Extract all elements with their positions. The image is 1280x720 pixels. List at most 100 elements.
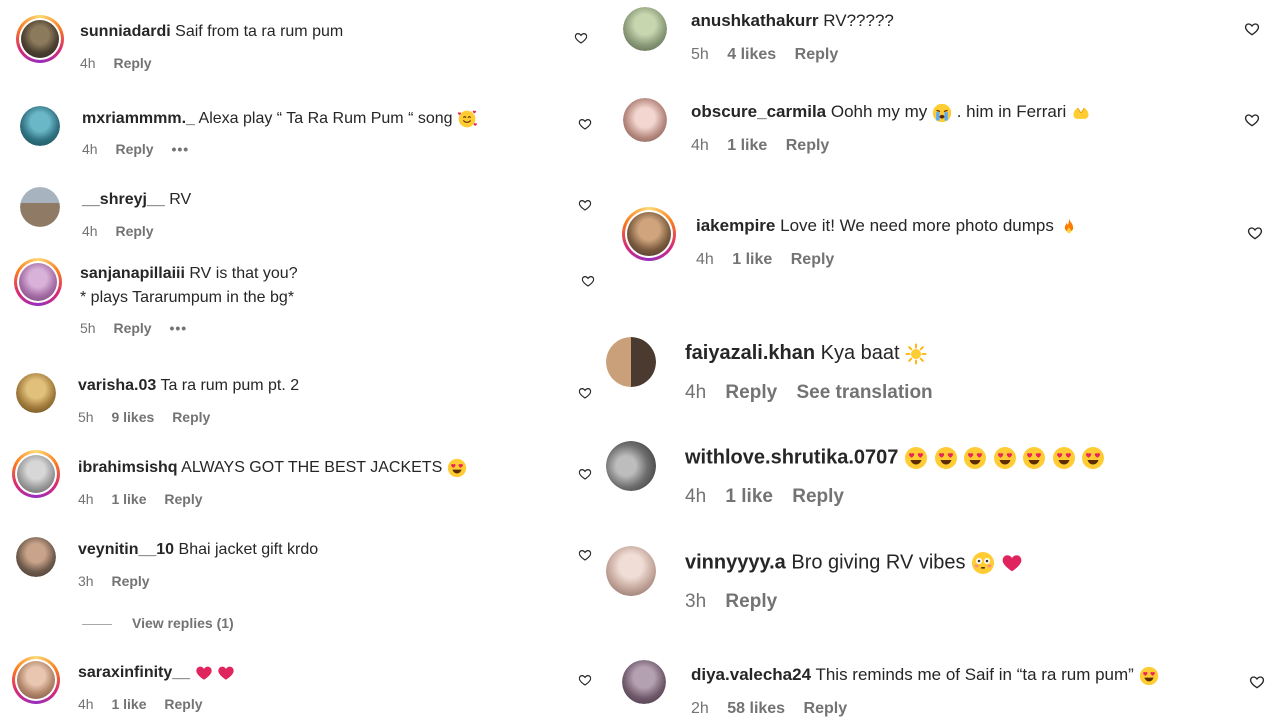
crying-emoji — [932, 103, 952, 123]
reply-button[interactable]: Reply — [113, 55, 151, 71]
username[interactable]: veynitin__10 — [78, 541, 174, 558]
comment-meta: 4h 1 like Reply — [685, 486, 858, 508]
fire-emoji — [1059, 217, 1079, 237]
comment-meta: 4h 1 like Reply — [696, 251, 848, 269]
timestamp: 4h — [78, 491, 94, 507]
like-heart-icon[interactable] — [578, 548, 592, 562]
smiling-hearts-emoji — [457, 109, 477, 129]
like-heart-icon[interactable] — [578, 467, 592, 481]
reply-button[interactable]: Reply — [786, 137, 830, 154]
more-dots-icon[interactable]: ••• — [169, 320, 187, 336]
likes-count[interactable]: 1 like — [727, 137, 767, 154]
reply-button[interactable]: Reply — [725, 591, 777, 612]
avatar[interactable] — [623, 98, 667, 142]
username[interactable]: obscure_carmila — [691, 102, 826, 121]
username[interactable]: vinnyyyy.a — [685, 551, 786, 573]
like-heart-icon[interactable] — [1247, 225, 1263, 241]
like-heart-icon[interactable] — [1249, 674, 1265, 690]
avatar[interactable] — [12, 450, 60, 498]
reply-button[interactable]: Reply — [115, 223, 153, 239]
comment-text: sanjanapillaiii RV is that you? — [80, 265, 298, 283]
avatar[interactable] — [12, 656, 60, 704]
avatar[interactable] — [16, 537, 56, 577]
username[interactable]: withlove.shrutika.0707 — [685, 446, 898, 468]
likes-count[interactable]: 1 like — [111, 696, 146, 712]
reply-button[interactable]: Reply — [164, 696, 202, 712]
avatar[interactable] — [623, 7, 667, 51]
like-heart-icon[interactable] — [578, 386, 592, 400]
reply-button[interactable]: Reply — [172, 409, 210, 425]
comment-body-cont: . him in Ferrari — [956, 102, 1067, 121]
comment-body: Bhai jacket gift krdo — [178, 541, 319, 558]
comment-meta: 3h Reply — [685, 591, 791, 613]
avatar[interactable] — [606, 441, 656, 491]
reply-button[interactable]: Reply — [725, 382, 777, 403]
username[interactable]: __shreyj__ — [82, 191, 165, 208]
heart-eyes-emoji — [963, 446, 987, 470]
avatar[interactable] — [606, 337, 656, 387]
like-heart-icon[interactable] — [578, 198, 592, 212]
avatar[interactable] — [20, 106, 60, 146]
username[interactable]: sunniadardi — [80, 23, 171, 40]
comment-body: Oohh my my — [830, 102, 928, 121]
reply-button[interactable]: Reply — [113, 320, 151, 336]
reply-button[interactable]: Reply — [792, 486, 844, 507]
reply-button[interactable]: Reply — [804, 700, 848, 717]
likes-count[interactable]: 9 likes — [111, 409, 154, 425]
comment-meta: 5h 4 likes Reply — [691, 46, 852, 64]
like-heart-icon[interactable] — [578, 117, 592, 131]
comment-text: iakempire Love it! We need more photo du… — [696, 216, 1079, 237]
more-dots-icon[interactable]: ••• — [171, 141, 189, 157]
avatar[interactable] — [606, 546, 656, 596]
reply-button[interactable]: Reply — [115, 141, 153, 157]
red-heart-emoji — [217, 664, 235, 682]
avatar[interactable] — [16, 373, 56, 413]
timestamp: 3h — [78, 573, 94, 589]
replies-divider — [82, 623, 112, 625]
comment-body: ALWAYS GOT THE BEST JACKETS — [181, 459, 443, 477]
red-heart-emoji — [195, 664, 213, 682]
like-heart-icon[interactable] — [581, 274, 595, 288]
avatar[interactable] — [16, 15, 64, 63]
like-heart-icon[interactable] — [574, 31, 588, 45]
reply-button[interactable]: Reply — [795, 46, 839, 63]
like-heart-icon[interactable] — [1244, 21, 1260, 37]
comment-text: sunniadardi Saif from ta ra rum pum — [80, 23, 343, 41]
like-heart-icon[interactable] — [578, 673, 592, 687]
comment-text: __shreyj__ RV — [82, 191, 191, 209]
username[interactable]: diya.valecha24 — [691, 665, 811, 684]
likes-count[interactable]: 4 likes — [727, 46, 776, 63]
likes-count[interactable]: 1 like — [111, 491, 146, 507]
username[interactable]: mxriammmm._ — [82, 110, 195, 127]
like-heart-icon[interactable] — [1244, 112, 1260, 128]
likes-count[interactable]: 1 like — [725, 486, 773, 507]
timestamp: 4h — [78, 696, 94, 712]
view-replies-button[interactable]: View replies (1) — [82, 615, 234, 631]
comment-body: This reminds me of Saif in “ta ra rum pu… — [815, 665, 1134, 684]
heart-eyes-emoji — [934, 446, 958, 470]
username[interactable]: iakempire — [696, 216, 775, 235]
reply-button[interactable]: Reply — [164, 491, 202, 507]
likes-count[interactable]: 1 like — [732, 251, 772, 268]
username[interactable]: saraxinfinity__ — [78, 664, 190, 681]
comment-body: Kya baat — [820, 342, 900, 364]
reply-button[interactable]: Reply — [111, 573, 149, 589]
username[interactable]: sanjanapillaiii — [80, 265, 185, 282]
comment-body: Saif from ta ra rum pum — [175, 23, 344, 40]
see-translation-button[interactable]: See translation — [796, 382, 932, 403]
comment-meta: 4h Reply — [80, 55, 166, 71]
timestamp: 4h — [685, 486, 707, 507]
comment-text: vinnyyyy.a Bro giving RV vibes — [685, 551, 1023, 575]
avatar[interactable] — [622, 660, 666, 704]
comment-meta: 4h 1 like Reply — [78, 696, 217, 712]
username[interactable]: varisha.03 — [78, 377, 156, 394]
username[interactable]: anushkathakurr — [691, 11, 819, 30]
username[interactable]: faiyazali.khan — [685, 342, 815, 364]
avatar[interactable] — [20, 187, 60, 227]
avatar[interactable] — [14, 258, 62, 306]
likes-count[interactable]: 58 likes — [727, 700, 785, 717]
avatar[interactable] — [622, 207, 676, 261]
username[interactable]: ibrahimsishq — [78, 459, 178, 476]
heart-hands-emoji — [1071, 103, 1091, 123]
reply-button[interactable]: Reply — [791, 251, 835, 268]
